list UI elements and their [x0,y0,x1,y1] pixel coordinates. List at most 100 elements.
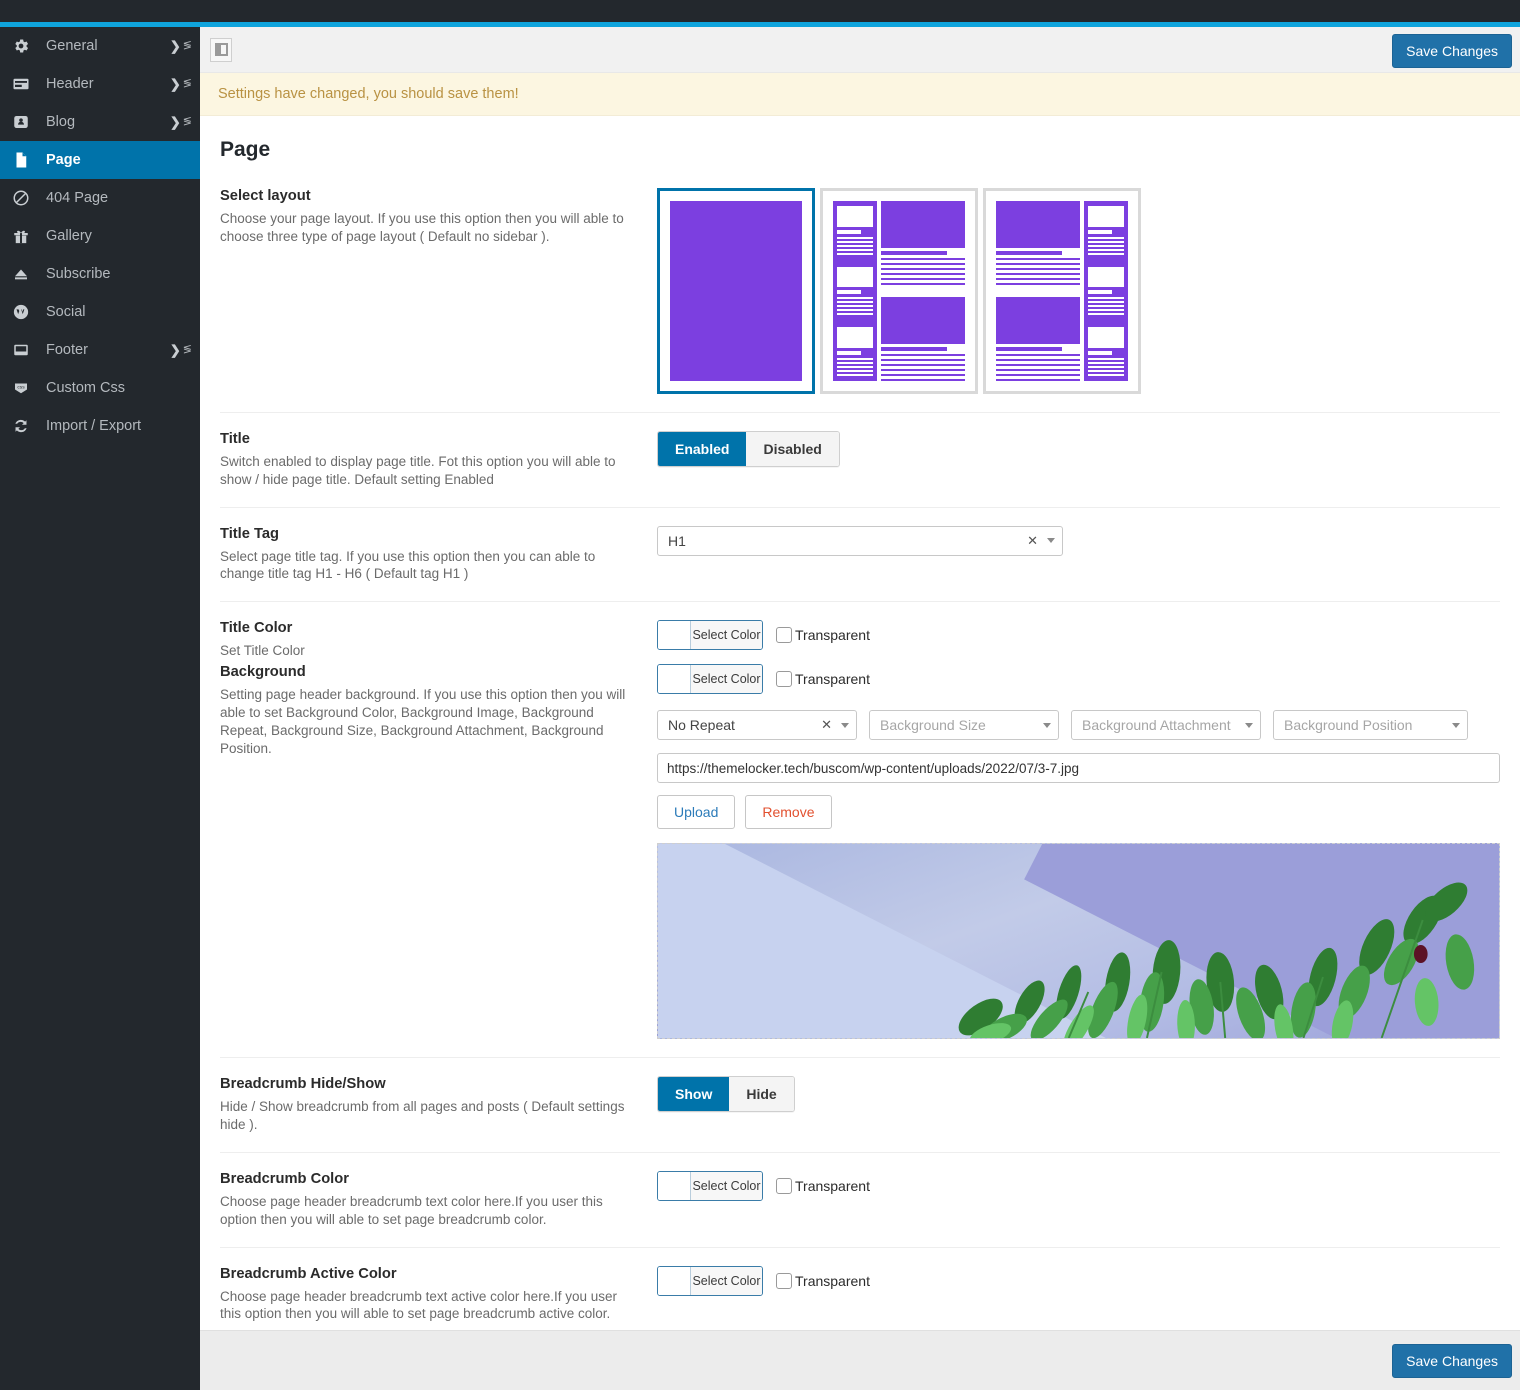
field-title: Title Color [220,620,637,636]
field-control: Select Color Transparent Select Color [657,620,1500,1039]
clear-icon[interactable]: ✕ [1027,533,1038,549]
breadcrumb-transparent-wrap[interactable]: Transparent [776,1178,870,1194]
page-icon [12,149,40,171]
field-control: H1 ✕ [657,526,1500,556]
upload-button[interactable]: Upload [657,795,735,829]
field-title: Breadcrumb Active Color [220,1266,637,1282]
title-tag-select[interactable]: H1 ✕ [657,526,1063,556]
breadcrumb-active-color-picker[interactable]: Select Color [657,1266,763,1296]
sidebar-item-header[interactable]: Header ❯ ≶ [0,65,200,103]
sidebar-item-label: Blog [40,114,75,130]
field-control: Select Color Transparent [657,1171,1500,1201]
options-toolbar: Save Changes [200,27,1520,73]
layout-panel-icon[interactable] [210,38,232,62]
background-position-select[interactable]: Background Position [1273,710,1468,740]
chevron-down-icon: ❯ [170,344,181,357]
sidebar-item-label: Page [40,152,81,168]
sidebar-item-page[interactable]: Page [0,141,200,179]
background-repeat-select[interactable]: No Repeat ✕ [657,710,857,740]
save-changes-button-bottom[interactable]: Save Changes [1392,1344,1512,1378]
expand-toggle-blog[interactable]: ❯ ≶ [170,116,192,129]
expand-toggle-header[interactable]: ❯ ≶ [170,78,192,91]
transparent-checkbox[interactable] [776,1273,792,1289]
sort-lines-icon: ≶ [183,345,192,356]
field-label-group: Title Tag Select page title tag. If you … [220,526,657,584]
breadcrumb-active-color-row: Select Color Transparent [657,1266,1500,1296]
color-swatch [658,621,691,649]
field-control: Show Hide [657,1076,1500,1112]
sidebar-item-custom-css[interactable]: css Custom Css [0,369,200,407]
field-title-tag: Title Tag Select page title tag. If you … [220,508,1500,603]
options-content: Page Select layout Choose your page layo… [200,116,1520,1390]
field-description: Hide / Show breadcrumb from all pages an… [220,1098,637,1134]
transparent-checkbox[interactable] [776,671,792,687]
title-enabled-option[interactable]: Enabled [658,432,746,466]
chevron-down-icon [1452,723,1460,728]
sidebar-item-404-page[interactable]: 404 Page [0,179,200,217]
sidebar-item-import-export[interactable]: Import / Export [0,407,200,445]
background-image-url-input[interactable] [657,753,1500,783]
expand-toggle-general[interactable]: ❯ ≶ [170,40,192,53]
gear-icon [12,35,40,57]
select-color-label: Select Color [691,1267,762,1295]
sidebar-item-blog[interactable]: Blog ❯ ≶ [0,103,200,141]
field-description: Choose page header breadcrumb text activ… [220,1288,637,1324]
breadcrumb-hide-option[interactable]: Hide [729,1077,793,1111]
svg-text:css: css [17,385,25,390]
save-changes-button-top[interactable]: Save Changes [1392,34,1512,68]
main-panel: Save Changes Settings have changed, you … [200,27,1520,1390]
sync-icon [12,415,40,437]
transparent-checkbox[interactable] [776,627,792,643]
remove-button[interactable]: Remove [745,795,831,829]
sidebar-item-label: Header [40,76,94,92]
layout-option-right-sidebar[interactable] [983,188,1141,394]
field-description-background: Setting page header background. If you u… [220,686,637,757]
panel-glyph [215,43,228,56]
background-size-select[interactable]: Background Size [869,710,1059,740]
field-title-color-and-background: Title Color Set Title Color Background S… [220,602,1500,1058]
transparent-checkbox[interactable] [776,1178,792,1194]
field-breadcrumb-color: Breadcrumb Color Choose page header brea… [220,1153,1500,1248]
expand-toggle-footer[interactable]: ❯ ≶ [170,344,192,357]
title-disabled-option[interactable]: Disabled [746,432,838,466]
sidebar-item-gallery[interactable]: Gallery [0,217,200,255]
background-attachment-select[interactable]: Background Attachment [1071,710,1261,740]
title-color-transparent-wrap[interactable]: Transparent [776,627,870,643]
layout-option-no-sidebar[interactable] [657,188,815,394]
background-size-placeholder: Background Size [880,717,986,733]
background-image-buttons: Upload Remove [657,795,1500,829]
field-label-group: Breadcrumb Hide/Show Hide / Show breadcr… [220,1076,657,1134]
sidebar-item-label: Subscribe [40,266,110,282]
color-swatch [658,1172,691,1200]
field-title-switch: Title Switch enabled to display page tit… [220,413,1500,508]
field-title: Breadcrumb Color [220,1171,637,1187]
transparent-label: Transparent [795,627,870,643]
title-color-picker[interactable]: Select Color [657,620,763,650]
chevron-down-icon [841,723,849,728]
sidebar-item-label: Gallery [40,228,92,244]
clear-icon[interactable]: ✕ [821,717,832,733]
background-repeat-value: No Repeat [668,717,735,733]
layout-option-left-sidebar[interactable] [820,188,978,394]
title-color-row: Select Color Transparent [657,620,1500,650]
field-breadcrumb-active-color: Breadcrumb Active Color Choose page head… [220,1248,1500,1343]
sidebar-item-label: Custom Css [40,380,125,396]
sidebar-item-social[interactable]: Social [0,293,200,331]
sidebar-item-footer[interactable]: Footer ❯ ≶ [0,331,200,369]
background-transparent-wrap[interactable]: Transparent [776,671,870,687]
breadcrumb-color-picker[interactable]: Select Color [657,1171,763,1201]
sidebar-item-general[interactable]: General ❯ ≶ [0,27,200,65]
sidebar-item-subscribe[interactable]: Subscribe [0,255,200,293]
chevron-down-icon [1043,723,1051,728]
breadcrumb-active-transparent-wrap[interactable]: Transparent [776,1273,870,1289]
field-description: Select page title tag. If you use this o… [220,548,637,584]
color-swatch [658,1267,691,1295]
background-image-preview [657,843,1500,1039]
breadcrumb-show-option[interactable]: Show [658,1077,729,1111]
settings-changed-notice: Settings have changed, you should save t… [200,73,1520,116]
field-label-group: Title Switch enabled to display page tit… [220,431,657,489]
field-label-group: Breadcrumb Color Choose page header brea… [220,1171,657,1229]
top-admin-bar [0,0,1520,22]
background-color-picker[interactable]: Select Color [657,664,763,694]
field-description: Choose page header breadcrumb text color… [220,1193,637,1229]
